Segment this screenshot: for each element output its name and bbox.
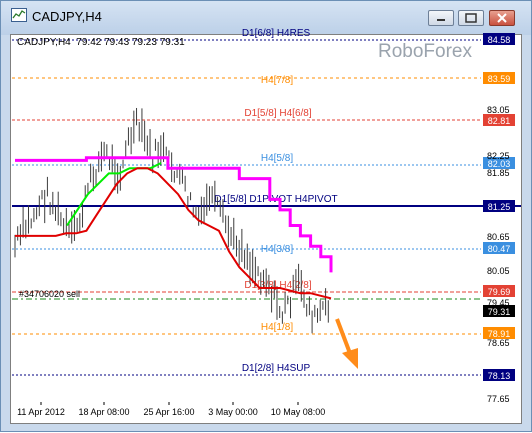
x-tick-label: 18 Apr 08:00 — [78, 407, 129, 417]
level-label: H4[1/8] — [261, 322, 293, 333]
y-tick-label: 82.25 — [487, 151, 510, 161]
broker-watermark: RoboForex — [378, 41, 472, 62]
price-tag-label: 79.69 — [488, 287, 511, 297]
price-tag-label: 78.13 — [488, 371, 511, 381]
y-tick-label: 78.65 — [487, 338, 510, 348]
level-label: D1[6/8] H4RES — [242, 28, 311, 39]
magenta-trend-line — [15, 156, 333, 273]
price-chart: D1[6/8] H4RES 84.58 83.59 H4[7/8] D1[5/8] H4… — [12, 28, 521, 417]
green-trend-line — [66, 162, 162, 227]
x-tick-label: 3 May 00:00 — [208, 407, 258, 417]
price-tag-label: 84.58 — [488, 35, 511, 45]
y-tick-label: 80.05 — [487, 266, 510, 276]
y-tick-label: 80.65 — [487, 232, 510, 242]
price-tag-label: 83.59 — [488, 74, 511, 84]
level-label: H4[7/8] — [261, 75, 293, 86]
level-label: D1[5/8] H4[6/8] — [244, 108, 311, 119]
level-label: H4[3/8] — [261, 244, 293, 255]
y-tick-label: 77.65 — [487, 394, 510, 404]
forecast-arrowhead — [342, 348, 358, 369]
red-moving-average — [15, 167, 332, 300]
price-tag-label: 81.25 — [488, 202, 511, 212]
price-tag-label: 79.31 — [488, 307, 511, 317]
y-tick-label: 81.85 — [487, 168, 510, 178]
x-tick-label: 11 Apr 2012 — [17, 407, 65, 417]
level-label: D1[2/8] H4SUP — [242, 363, 311, 374]
x-tick-label: 10 May 08:00 — [271, 407, 326, 417]
y-tick-label: 83.05 — [487, 105, 510, 115]
price-tag-label: 82.81 — [488, 116, 511, 126]
x-tick-label: 25 Apr 16:00 — [143, 407, 194, 417]
ohlc-values: 79.42 79.43 79.23 79.31 — [76, 37, 185, 48]
y-tick-label: 79.45 — [487, 298, 510, 308]
chart-window: CADJPY,H4 D1[6/8] H4RES 84.58 83.59 H4[7/8]… — [0, 0, 532, 432]
chart-info: CADJPY,H4 79.42 79.43 79.23 79.31 — [17, 37, 185, 48]
order-label: #34706020 sell — [19, 289, 81, 299]
price-tag-label: 80.47 — [488, 244, 511, 254]
forecast-arrow — [335, 318, 353, 357]
level-label: H4[5/8] — [261, 153, 293, 164]
symbol-timeframe: CADJPY,H4 — [17, 37, 71, 48]
